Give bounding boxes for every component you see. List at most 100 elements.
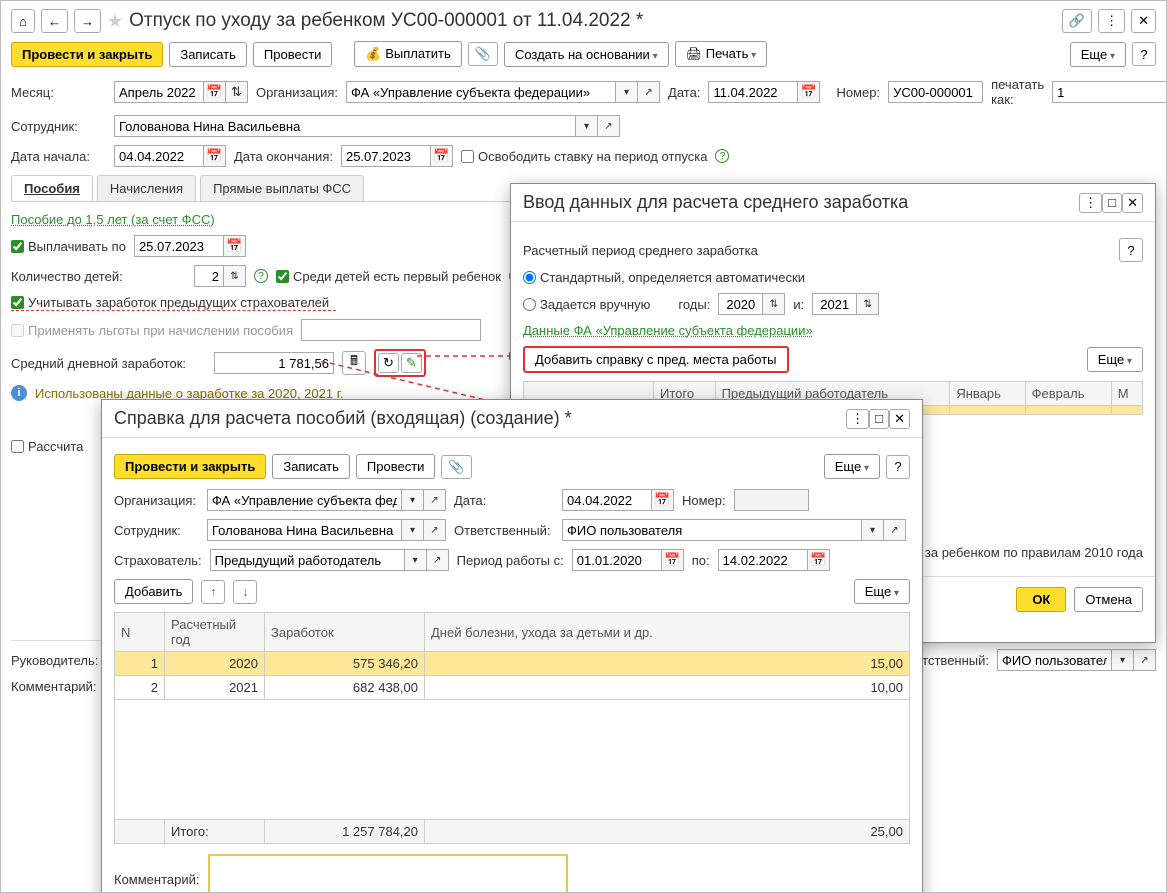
pay-until-input[interactable] [134,235,224,257]
dropdown-icon[interactable]: ▾ [576,115,598,137]
create-based-button[interactable]: Создать на основании [504,42,669,67]
calendar-icon[interactable]: 📅 [431,145,453,167]
post-button[interactable]: Провести [356,454,436,479]
year1-input[interactable] [718,293,763,315]
standard-radio[interactable]: Стандартный, определяется автоматически [523,270,805,285]
dropdown-icon[interactable]: ▾ [616,81,638,103]
more-button[interactable]: Еще [824,454,880,479]
more-button[interactable]: Еще [1087,347,1143,372]
calendar-icon[interactable]: 📅 [662,549,684,571]
forward-icon[interactable]: → [74,9,101,33]
help-icon[interactable]: ? [254,269,268,283]
open-icon[interactable]: ↗ [427,549,449,571]
help-icon[interactable]: ? [886,455,910,479]
open-icon[interactable]: ↗ [424,519,446,541]
org-input[interactable] [207,489,402,511]
benefit-title[interactable]: Пособие до 1,5 лет (за счет ФСС) [11,212,215,227]
start-date-input[interactable] [114,145,204,167]
open-icon[interactable]: ↗ [424,489,446,511]
open-icon[interactable]: ↗ [884,519,906,541]
dropdown-icon[interactable]: ▾ [405,549,427,571]
post-close-button[interactable]: Провести и закрыть [114,454,266,479]
org-input[interactable] [346,81,616,103]
calendar-icon[interactable]: 📅 [224,235,246,257]
dropdown-icon[interactable]: ▾ [402,489,424,511]
spinner-icon[interactable]: ⇅ [226,81,248,103]
manual-radio[interactable]: Задается вручную [523,297,650,312]
number-input[interactable] [888,81,983,103]
employee-input[interactable] [114,115,576,137]
tab-accruals[interactable]: Начисления [97,175,196,201]
responsible-input[interactable] [997,649,1112,671]
dropdown-icon[interactable]: ▾ [862,519,884,541]
table-row[interactable]: 2 2021 682 438,00 10,00 [115,676,910,700]
close-icon[interactable]: ✕ [1131,9,1156,33]
pay-until-checkbox[interactable]: Выплачивать по [11,239,126,254]
calendar-icon[interactable]: 📅 [808,549,830,571]
pay-button[interactable]: 💰 Выплатить [354,41,461,67]
open-icon[interactable]: ↗ [598,115,620,137]
back-icon[interactable]: ← [41,9,68,33]
employee-input[interactable] [207,519,402,541]
link-icon[interactable]: 🔗 [1062,9,1092,33]
maximize-icon[interactable]: □ [869,409,889,429]
kebab-icon[interactable]: ⋮ [1098,9,1125,33]
post-close-button[interactable]: Провести и закрыть [11,42,163,67]
open-icon[interactable]: ↗ [1134,649,1156,671]
kids-count-input[interactable] [194,265,224,287]
close-icon[interactable]: ✕ [1122,193,1143,213]
ok-button[interactable]: ОК [1016,587,1066,612]
responsible-input[interactable] [562,519,862,541]
arrow-down-icon[interactable]: ↓ [233,580,257,604]
star-icon[interactable]: ★ [107,11,123,32]
date-input[interactable] [562,489,652,511]
year2-input[interactable] [812,293,857,315]
add-button[interactable]: Добавить [114,579,193,604]
kebab-icon[interactable]: ⋮ [1079,193,1102,213]
kebab-icon[interactable]: ⋮ [846,409,869,429]
help-icon[interactable]: ? [1132,42,1156,66]
home-icon[interactable]: ⌂ [11,9,35,33]
first-child-checkbox[interactable]: Среди детей есть первый ребенок [276,269,501,284]
month-input[interactable] [114,81,204,103]
period-from-input[interactable] [572,549,662,571]
more-button[interactable]: Еще [1070,42,1126,67]
write-button[interactable]: Записать [272,454,350,479]
cancel-button[interactable]: Отмена [1074,587,1143,612]
calendar-icon[interactable]: 📅 [204,81,226,103]
printas-input[interactable] [1052,81,1167,103]
avg-daily-input[interactable] [214,352,334,374]
attach-icon[interactable]: 📎 [441,455,471,479]
calendar-icon[interactable]: 📅 [798,81,820,103]
table-row[interactable]: 1 2020 575 346,20 15,00 [115,652,910,676]
dropdown-icon[interactable]: ▾ [1112,649,1134,671]
tab-benefits[interactable]: Пособия [11,175,93,201]
print-button[interactable]: 🖨 Печать [675,41,768,67]
insurer-input[interactable] [210,549,405,571]
prev-insurers-checkbox[interactable]: Учитывать заработок предыдущих страховат… [11,295,329,310]
attach-icon[interactable]: 📎 [468,42,498,66]
spinner-icon[interactable]: ⇅ [763,293,785,315]
dropdown-icon[interactable]: ▾ [402,519,424,541]
more-button[interactable]: Еще [854,579,910,604]
help-icon[interactable]: ? [1119,238,1143,262]
free-rate-checkbox[interactable]: Освободить ставку на период отпуска [461,149,708,164]
data-org-link[interactable]: Данные ФА «Управление субъекта федерации… [523,323,813,338]
add-cert-button[interactable]: Добавить справку с пред. места работы [523,346,789,373]
arrow-up-icon[interactable]: ↑ [201,580,225,604]
comment-input[interactable] [208,854,568,893]
spinner-icon[interactable]: ⇅ [857,293,879,315]
spinner-icon[interactable]: ⇅ [224,265,246,287]
open-icon[interactable]: ↗ [638,81,660,103]
recalc-checkbox[interactable]: Рассчита [11,439,83,454]
end-date-input[interactable] [341,145,431,167]
help-icon[interactable]: ? [715,149,729,163]
tab-fss[interactable]: Прямые выплаты ФСС [200,175,364,201]
period-to-input[interactable] [718,549,808,571]
write-button[interactable]: Записать [169,42,247,67]
calendar-icon[interactable]: 📅 [652,489,674,511]
calendar-icon[interactable]: 📅 [204,145,226,167]
post-button[interactable]: Провести [253,42,333,67]
close-icon[interactable]: ✕ [889,409,910,429]
maximize-icon[interactable]: □ [1102,193,1122,213]
